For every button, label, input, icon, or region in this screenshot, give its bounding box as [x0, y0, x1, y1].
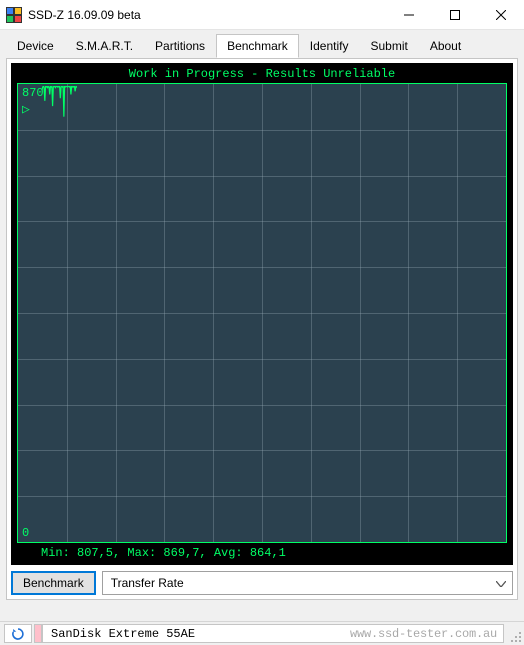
tab-partitions[interactable]: Partitions	[144, 34, 216, 58]
resize-grip-icon[interactable]	[506, 622, 524, 645]
status-color-indicator	[34, 624, 42, 643]
window-title: SSD-Z 16.09.09 beta	[28, 8, 386, 22]
minimize-button[interactable]	[386, 0, 432, 29]
y-axis-min: 0	[22, 526, 29, 540]
maximize-button[interactable]	[432, 0, 478, 29]
statusbar: SanDisk Extreme 55AE www.ssd-tester.com.…	[0, 621, 524, 645]
benchmark-controls: Benchmark Transfer Rate	[11, 571, 513, 595]
close-button[interactable]	[478, 0, 524, 29]
status-device-field[interactable]: SanDisk Extreme 55AE www.ssd-tester.com.…	[42, 624, 504, 643]
close-icon	[496, 10, 506, 20]
minimize-icon	[404, 10, 414, 20]
tab-smart[interactable]: S.M.A.R.T.	[65, 34, 144, 58]
chart-frame: Work in Progress - Results Unreliable 87…	[11, 63, 513, 565]
tab-submit[interactable]: Submit	[359, 34, 418, 58]
watermark-text: www.ssd-tester.com.au	[350, 627, 497, 641]
benchmark-panel: Work in Progress - Results Unreliable 87…	[6, 58, 518, 600]
chart-line	[42, 86, 77, 117]
tab-benchmark[interactable]: Benchmark	[216, 34, 299, 58]
titlebar: SSD-Z 16.09.09 beta	[0, 0, 524, 30]
app-icon	[6, 7, 22, 23]
benchmark-mode-value: Transfer Rate	[111, 576, 184, 590]
maximize-icon	[450, 10, 460, 20]
chart-arrow-icon: ▷	[22, 102, 30, 117]
chart-stats: Min: 807,5, Max: 869,7, Avg: 864,1	[13, 543, 511, 563]
tab-about[interactable]: About	[419, 34, 472, 58]
chart-area: 870 ▷ 0	[17, 83, 507, 543]
y-axis-max: 870	[22, 86, 44, 100]
tab-identify[interactable]: Identify	[299, 34, 360, 58]
refresh-button[interactable]	[4, 624, 32, 643]
chart-title: Work in Progress - Results Unreliable	[13, 65, 511, 83]
benchmark-button[interactable]: Benchmark	[11, 571, 96, 595]
benchmark-mode-select[interactable]: Transfer Rate	[102, 571, 513, 595]
refresh-icon	[11, 627, 25, 641]
tab-device[interactable]: Device	[6, 34, 65, 58]
chevron-down-icon	[496, 576, 506, 590]
status-device-name: SanDisk Extreme 55AE	[51, 627, 195, 641]
tabs: Device S.M.A.R.T. Partitions Benchmark I…	[0, 30, 524, 58]
